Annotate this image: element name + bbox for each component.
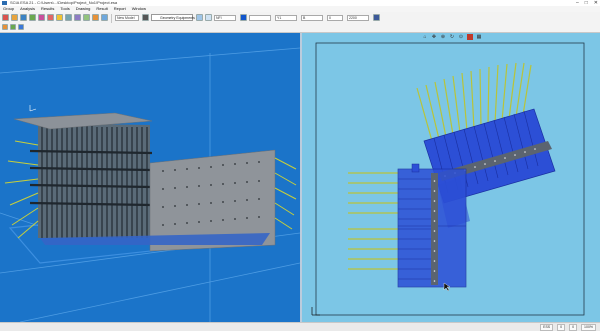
load-icon[interactable] [56, 14, 63, 21]
member-icon[interactable] [38, 14, 45, 21]
pan-icon[interactable]: ✥ [431, 34, 437, 40]
coordinate-field[interactable] [249, 15, 271, 21]
layer-field[interactable]: NFI [214, 15, 236, 21]
rotate-icon[interactable]: ↻ [449, 34, 455, 40]
geometry-label: Geometry Equipments [160, 16, 195, 20]
mesh-icon[interactable] [65, 14, 72, 21]
viewport-2d[interactable] [302, 33, 600, 322]
print-icon[interactable] [29, 14, 36, 21]
zoom-in-icon[interactable]: ⊙ [458, 34, 464, 40]
main-toolbar: New Model Geometry Equipments NFI Y1 B 0… [0, 12, 600, 24]
zoom-fit-icon[interactable]: ⊕ [440, 34, 446, 40]
report-icon[interactable] [101, 14, 108, 21]
field-c[interactable]: 0 [327, 15, 343, 21]
snap-icon[interactable] [240, 14, 247, 21]
check-icon[interactable] [92, 14, 99, 21]
delete-icon[interactable] [47, 14, 54, 21]
results-icon[interactable] [83, 14, 90, 21]
field-b[interactable]: B [301, 15, 323, 21]
secondary-toolbar [0, 24, 600, 33]
app-icon [2, 1, 7, 5]
calculation-icon[interactable] [74, 14, 81, 21]
link-icon[interactable] [142, 14, 149, 21]
pan-icon[interactable] [18, 24, 24, 30]
color-palette-icon[interactable] [467, 34, 473, 40]
field-d[interactable]: 2200 [347, 15, 369, 21]
home-icon[interactable]: ⌂ [422, 34, 428, 40]
bar-chart-icon[interactable] [373, 14, 380, 21]
select-icon[interactable] [2, 24, 8, 30]
view-select[interactable]: New Model [115, 15, 139, 21]
viewport-3d[interactable] [0, 33, 300, 322]
zoom-icon[interactable] [10, 24, 16, 30]
view-tools: ⌂ ✥ ⊕ ↻ ⊙ ▦ [422, 34, 482, 40]
grid-icon[interactable]: ▦ [476, 34, 482, 40]
new-file-icon[interactable] [2, 14, 9, 21]
geometry-button[interactable]: Geometry Equipments [151, 14, 195, 21]
save-icon[interactable] [20, 14, 27, 21]
layer-color-icon[interactable] [205, 14, 212, 21]
field-a[interactable]: Y1 [275, 15, 297, 21]
open-folder-icon[interactable] [11, 14, 18, 21]
layer-icon[interactable] [196, 14, 203, 21]
